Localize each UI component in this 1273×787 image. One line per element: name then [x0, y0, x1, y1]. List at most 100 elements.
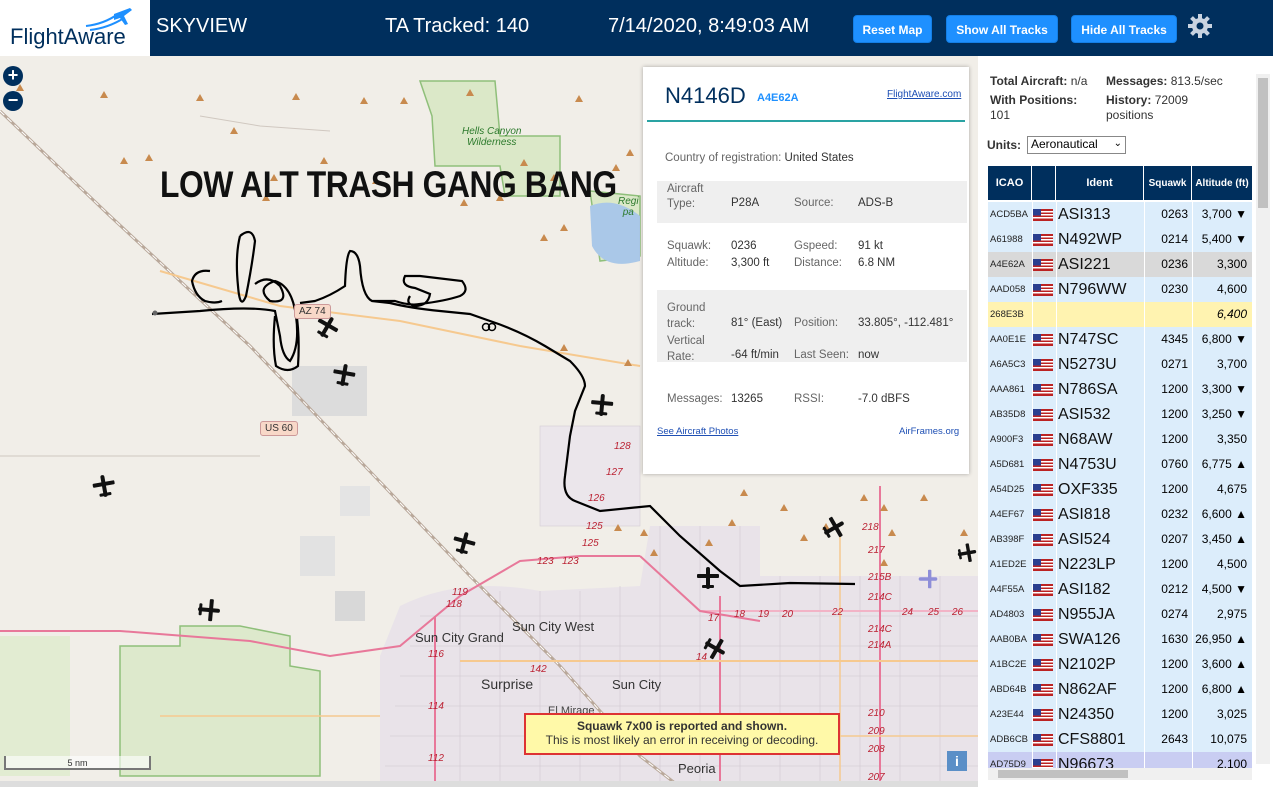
- map-scrollbar[interactable]: [0, 781, 978, 787]
- cell-divider: [1144, 602, 1145, 627]
- us60-shield: US 60: [260, 421, 298, 436]
- units-select[interactable]: Aeronautical ⌄: [1027, 136, 1126, 154]
- cell-divider: [1144, 302, 1145, 327]
- squawk-cell: 0214: [1161, 232, 1188, 246]
- table-row[interactable]: A6A5C3 N5273U 0271 3,700: [988, 352, 1252, 377]
- cell-divider: [1032, 452, 1033, 477]
- squawk-label: Squawk:: [667, 240, 712, 252]
- table-row[interactable]: A1BC2E N2102P 1200 3,600 ▲: [988, 652, 1252, 677]
- cell-divider: [1056, 227, 1057, 252]
- history-unit: positions: [1106, 108, 1154, 122]
- aircraft-icon[interactable]: [91, 473, 117, 499]
- zoom-in-button[interactable]: +: [3, 66, 23, 86]
- cell-divider: [1032, 327, 1033, 352]
- us-flag-icon: [1033, 327, 1055, 352]
- cell-divider: [1056, 427, 1057, 452]
- icao-cell: ADB6CB: [990, 734, 1029, 745]
- aircraft-icon[interactable]: [331, 362, 357, 388]
- vertical-scrollbar[interactable]: [1256, 74, 1270, 764]
- cell-divider: [1056, 577, 1057, 602]
- route-label: 217: [868, 545, 885, 556]
- source-value: ADS-B: [858, 197, 894, 209]
- altitude-cell: 6,400: [1216, 307, 1247, 321]
- icao-cell: AAA861: [990, 384, 1025, 395]
- table-row[interactable]: AAB0BA SWA126 1630 26,950 ▲: [988, 627, 1252, 652]
- aircraft-icon[interactable]: [451, 530, 477, 556]
- table-row[interactable]: A23E44 N24350 1200 3,025: [988, 702, 1252, 727]
- cell-divider: [1192, 427, 1193, 452]
- table-row[interactable]: A900F3 N68AW 1200 3,350: [988, 427, 1252, 452]
- route-label: 209: [868, 726, 885, 737]
- warning-title: Squawk 7x00 is reported and shown.: [576, 719, 788, 733]
- table-row[interactable]: AAA861 N786SA 1200 3,300 ▼: [988, 377, 1252, 402]
- ident-cell: N786SA: [1058, 381, 1118, 398]
- cell-divider: [1032, 627, 1033, 652]
- airframes-link[interactable]: AirFrames.org: [899, 426, 959, 437]
- table-row[interactable]: 268E3B 6,400: [988, 302, 1252, 327]
- hide-all-tracks-button[interactable]: Hide All Tracks: [1071, 15, 1177, 43]
- cell-divider: [1144, 702, 1145, 727]
- us-flag-icon: [1033, 727, 1055, 752]
- cell-divider: [1192, 277, 1193, 302]
- table-row[interactable]: A1ED2E N223LP 1200 4,500: [988, 552, 1252, 577]
- table-row[interactable]: A4EF67 ASI818 0232 6,600 ▲: [988, 502, 1252, 527]
- show-all-tracks-button[interactable]: Show All Tracks: [946, 15, 1058, 43]
- aircraft-icon[interactable]: [196, 597, 222, 623]
- table-row[interactable]: A61988 N492WP 0214 5,400 ▼: [988, 227, 1252, 252]
- route-label: 26: [952, 607, 964, 618]
- aircraft-icon[interactable]: [956, 540, 978, 566]
- table-row[interactable]: AA0E1E N747SC 4345 6,800 ▼: [988, 327, 1252, 352]
- aircraft-icon[interactable]: [821, 515, 847, 541]
- table-row[interactable]: ACD5BA ASI313 0263 3,700 ▼: [988, 202, 1252, 227]
- squawk-cell: 0232: [1161, 507, 1188, 521]
- settings-gear-icon[interactable]: [1187, 13, 1213, 39]
- ident-cell: N24350: [1058, 706, 1115, 723]
- column-ident[interactable]: Ident: [1056, 166, 1144, 200]
- info-button[interactable]: i: [947, 751, 967, 771]
- zoom-out-button[interactable]: −: [3, 91, 23, 111]
- column-altitude[interactable]: Altitude (ft): [1192, 166, 1252, 200]
- total-aircraft-label: Total Aircraft:: [990, 74, 1068, 88]
- altitude-cell: 4,500 ▼: [1201, 582, 1247, 596]
- map-view[interactable]: Hells Canyon Wilderness Regi pa AZ 74 US…: [0, 56, 978, 787]
- table-row[interactable]: A5D681 N4753U 0760 6,775 ▲: [988, 452, 1252, 477]
- ident-cell: ASI221: [1058, 256, 1111, 273]
- cell-divider: [1144, 527, 1145, 552]
- cell-divider: [1032, 602, 1033, 627]
- table-row[interactable]: ADB6CB CFS8801 2643 10,075: [988, 727, 1252, 752]
- squawk-cell: 0236: [1161, 257, 1188, 271]
- table-row[interactable]: A4E62A ASI221 0236 3,300: [988, 252, 1252, 277]
- scroll-thumb[interactable]: [1258, 78, 1268, 208]
- horizontal-scrollbar[interactable]: [988, 768, 1252, 780]
- squawk-cell: 1630: [1161, 632, 1188, 646]
- cell-divider: [1032, 502, 1033, 527]
- cell-divider: [1144, 377, 1145, 402]
- column-squawk[interactable]: Squawk: [1144, 166, 1192, 200]
- table-row[interactable]: AD4803 N955JA 0274 2,975: [988, 602, 1252, 627]
- cell-divider: [1056, 502, 1057, 527]
- table-row[interactable]: AB35D8 ASI532 1200 3,250 ▼: [988, 402, 1252, 427]
- altitude-cell: 2,975: [1216, 607, 1247, 621]
- reset-map-button[interactable]: Reset Map: [853, 15, 932, 43]
- table-row[interactable]: AAD058 N796WW 0230 4,600: [988, 277, 1252, 302]
- us-flag-icon: [1033, 427, 1055, 452]
- us-flag-icon: [1033, 577, 1055, 602]
- aircraft-icon[interactable]: [589, 392, 615, 418]
- aircraft-type-value: P28A: [731, 197, 760, 209]
- history-value: 72009: [1154, 93, 1189, 107]
- gspeed-value: 91 kt: [858, 240, 883, 252]
- table-row[interactable]: A54D25 OXF335 1200 4,675: [988, 477, 1252, 502]
- aircraft-photos-link[interactable]: See Aircraft Photos: [657, 426, 738, 437]
- flightaware-logo[interactable]: FlightAware: [0, 0, 150, 56]
- units-select-value: Aeronautical: [1031, 137, 1098, 151]
- column-flag[interactable]: [1032, 166, 1056, 200]
- cell-divider: [1032, 677, 1033, 702]
- flightaware-link[interactable]: FlightAware.com: [887, 89, 961, 100]
- table-row[interactable]: A4F55A ASI182 0212 4,500 ▼: [988, 577, 1252, 602]
- cell-divider: [1192, 302, 1193, 327]
- scroll-thumb[interactable]: [998, 770, 1128, 778]
- table-row[interactable]: ABD64B N862AF 1200 6,800 ▲: [988, 677, 1252, 702]
- column-icao[interactable]: ICAO: [988, 166, 1032, 200]
- aircraft-icon[interactable]: [695, 565, 721, 591]
- table-row[interactable]: AB398F ASI524 0207 3,450 ▲: [988, 527, 1252, 552]
